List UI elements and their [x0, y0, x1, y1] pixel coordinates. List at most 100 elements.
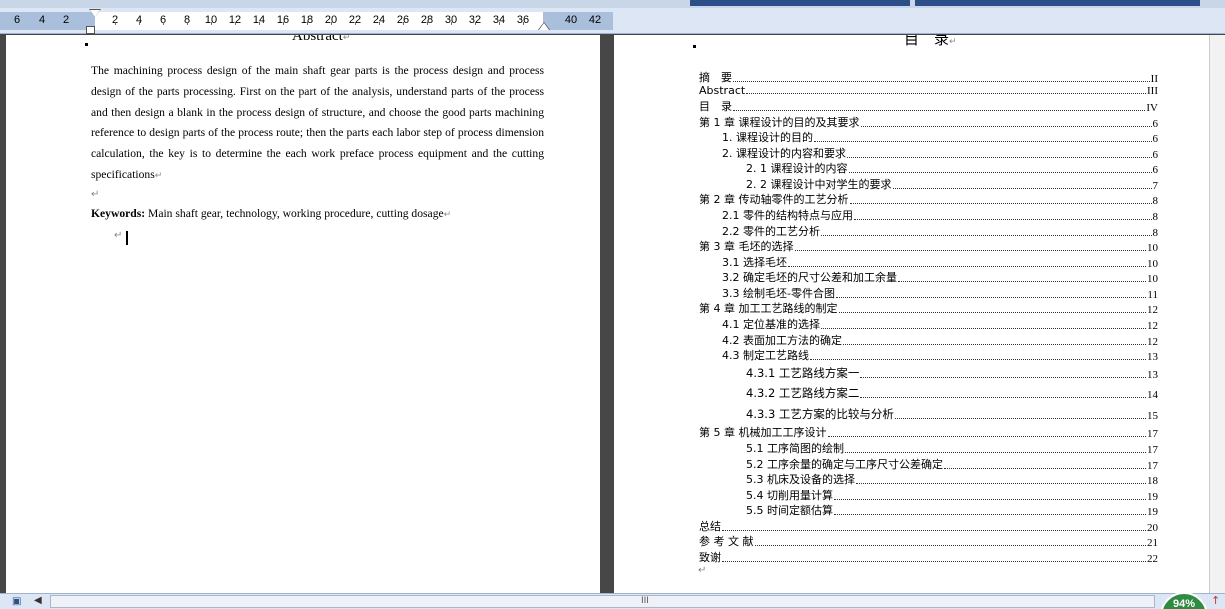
ruler-tick	[331, 22, 332, 25]
toc-leader-dots	[944, 468, 1146, 469]
toc-entry[interactable]: 3.3 绘制毛坯-零件合图 11	[722, 285, 1158, 301]
scroll-left-icon[interactable]: ◀	[34, 595, 42, 606]
page-abstract[interactable]: Abstract↵ The machining process design o…	[6, 35, 600, 593]
toc-entry[interactable]: 第 4 章 加工工艺路线的制定 12	[699, 300, 1158, 316]
toc-entry[interactable]: 2.2 零件的工艺分析 8	[722, 223, 1158, 239]
toc-leader-dots	[845, 452, 1146, 453]
ruler-tick	[283, 22, 284, 25]
book-icon[interactable]: ▣	[12, 596, 21, 607]
toc-leader-dots	[834, 499, 1146, 500]
toc-leader-dots	[834, 514, 1146, 515]
toc-entry[interactable]: 3.2 确定毛坯的尺寸公差和加工余量 10	[722, 269, 1158, 285]
toc-entry-page: 17	[1147, 428, 1158, 440]
ruler-tick	[187, 22, 188, 25]
top-scrollbar-left[interactable]	[690, 0, 910, 6]
toc-entry-page: III	[1147, 85, 1158, 97]
toc-entry-label: 5.1 工序简图的绘制	[746, 442, 844, 455]
toc-entry-label: 4.2 表面加工方法的确定	[722, 334, 842, 347]
toc-entry-label: 5.4 切削用量计算	[746, 489, 833, 502]
ruler-number: 6	[13, 14, 21, 26]
window-top-band	[0, 0, 1225, 8]
toc-entry-label: Abstract	[699, 84, 746, 97]
zoom-level-badge[interactable]: 94%	[1160, 592, 1208, 609]
ruler-tick	[379, 22, 380, 25]
toc-entry-page: 22	[1147, 553, 1158, 565]
horizontal-ruler[interactable]: 6 4 2 2 4 6 8 10 12 14 16 18 20 22 24 26 28 30 32 34 36 40 42	[0, 8, 1225, 34]
toc-entry[interactable]: 5.5 时间定额估算 19	[746, 502, 1158, 518]
toc-entry[interactable]: 参 考 文 献 21	[699, 533, 1158, 549]
toc-entry-page: 13	[1147, 369, 1158, 381]
ruler-number: 2	[62, 14, 70, 26]
toc-entry-page: 14	[1147, 389, 1158, 401]
toc-leader-dots	[848, 172, 1152, 173]
abstract-body[interactable]: The machining process design of the main…	[91, 61, 544, 186]
toc-entry-label: 第 3 章 毛坯的选择	[699, 240, 794, 253]
toc-entry[interactable]: 2. 1 课程设计的内容 6	[746, 160, 1158, 176]
ruler-tick	[499, 22, 500, 25]
toc-entry[interactable]: 2.1 零件的结构特点与应用 8	[722, 207, 1158, 223]
toc-entry-label: 摘 要	[699, 71, 732, 84]
toc-entry[interactable]: 4.3.2 工艺路线方案二 14	[746, 385, 1158, 401]
toc-entry[interactable]: 4.3.1 工艺路线方案一 13	[746, 365, 1158, 381]
toc-leader-dots	[838, 312, 1146, 313]
toc-entry[interactable]: 5.2 工序余量的确定与工序尺寸公差确定 17	[746, 456, 1158, 472]
toc-entry[interactable]: 4.3.3 工艺方案的比较与分析 15	[746, 406, 1158, 422]
toc-entry-label: 5.3 机床及设备的选择	[746, 473, 855, 486]
toc-entry-label: 4.1 定位基准的选择	[722, 318, 820, 331]
toc-entry[interactable]: 5.1 工序简图的绘制 17	[746, 440, 1158, 456]
ruler-tick	[259, 22, 260, 25]
toc-entry[interactable]: 4.1 定位基准的选择 12	[722, 316, 1158, 332]
toc-entry[interactable]: 2. 课程设计的内容和要求 6	[722, 145, 1158, 161]
page-toc[interactable]: 目 录↵ ↵ 摘 要 II Abstract III 目 录 IV 第 1 章 课程设计的目…	[614, 35, 1209, 593]
toc-entry[interactable]: 4.3 制定工艺路线 13	[722, 347, 1158, 363]
toc-leader-dots	[733, 110, 1146, 111]
horizontal-scrollbar[interactable]: III	[50, 595, 1155, 608]
toc-entry-label: 2.1 零件的结构特点与应用	[722, 209, 853, 222]
ruler-tick	[307, 22, 308, 25]
toc-entry-page: 12	[1147, 304, 1158, 316]
ruler-tick	[139, 22, 140, 25]
ruler-tick	[115, 22, 116, 25]
toc-entry-label: 3.3 绘制毛坯-零件合图	[722, 287, 835, 300]
toc-entry-label: 第 1 章 课程设计的目的及其要求	[699, 116, 860, 129]
left-indent-marker[interactable]	[86, 26, 95, 34]
page-corner-mark	[85, 43, 88, 46]
toc-entry[interactable]: Abstract III	[699, 84, 1158, 97]
top-scrollbar-right[interactable]	[915, 0, 1200, 6]
toc-leader-dots	[733, 81, 1150, 82]
toc-entry[interactable]: 5.4 切削用量计算 19	[746, 487, 1158, 503]
toc-entry[interactable]: 第 5 章 机械加工工序设计 17	[699, 424, 1158, 440]
toc-entry[interactable]: 第 3 章 毛坯的选择 10	[699, 238, 1158, 254]
toc-entry-label: 参 考 文 献	[699, 535, 754, 548]
scroll-grip[interactable]: III	[641, 596, 649, 606]
toc-entry-page: 10	[1147, 242, 1158, 254]
abstract-title: Abstract↵	[292, 35, 351, 44]
toc-entry-label: 2. 1 课程设计的内容	[746, 162, 848, 175]
right-indent-marker[interactable]	[539, 23, 549, 30]
toc-entry[interactable]: 第 2 章 传动轴零件的工艺分析 8	[699, 191, 1158, 207]
toc-entry[interactable]: 目 录 IV	[699, 98, 1158, 114]
toc-entry[interactable]: 致谢 22	[699, 549, 1158, 565]
toc-entry[interactable]: 1. 课程设计的目的 6	[722, 129, 1158, 145]
toc-leader-dots	[722, 530, 1146, 531]
toc-entry[interactable]: 总结 20	[699, 518, 1158, 534]
ruler-tick	[451, 22, 452, 25]
toc-entry-page: 10	[1147, 273, 1158, 285]
toc-entry-page: 18	[1147, 475, 1158, 487]
toc-entry[interactable]: 摘 要 II	[699, 69, 1158, 85]
toc-entry-label: 5.5 时间定额估算	[746, 504, 833, 517]
keywords-line[interactable]: Keywords: Main shaft gear, technology, w…	[91, 207, 451, 220]
toc-entry-label: 3.1 选择毛坯	[722, 256, 787, 269]
toc-entry[interactable]: 3.1 选择毛坯 10	[722, 254, 1158, 270]
ruler-tick	[211, 22, 212, 25]
toc-leader-dots	[810, 359, 1146, 360]
first-line-indent-marker[interactable]	[90, 10, 100, 17]
toc-entry-label: 5.2 工序余量的确定与工序尺寸公差确定	[746, 458, 943, 471]
up-arrow-icon[interactable]: ↑	[1211, 594, 1220, 607]
toc-entry-label: 2. 2 课程设计中对学生的要求	[746, 178, 892, 191]
toc-entry[interactable]: 5.3 机床及设备的选择 18	[746, 471, 1158, 487]
toc-entry[interactable]: 第 1 章 课程设计的目的及其要求 6	[699, 114, 1158, 130]
toc-entry[interactable]: 2. 2 课程设计中对学生的要求 7	[746, 176, 1158, 192]
toc-entry-label: 4.3.2 工艺路线方案二	[746, 386, 860, 400]
toc-entry[interactable]: 4.2 表面加工方法的确定 12	[722, 332, 1158, 348]
